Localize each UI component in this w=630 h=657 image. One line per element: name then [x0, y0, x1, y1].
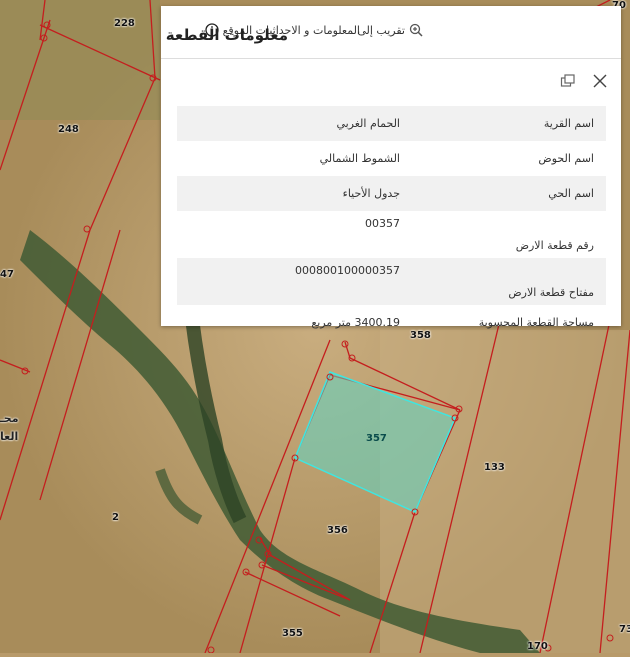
parcel-label-355: 355 [282, 628, 303, 639]
close-button[interactable] [591, 72, 609, 90]
attr-value: الشموط الشمالي [319, 152, 400, 165]
zoom-in-icon [409, 23, 423, 37]
attr-key: مساحة القطعة المحسوبة [478, 316, 594, 329]
table-row: رقم قطعة الارض 00357 [177, 211, 606, 258]
table-row: اسم القرية الحمام الغربي [177, 106, 606, 141]
map-edge-label-2: العا [0, 430, 19, 443]
zoom-to-label: تقريب إلى [357, 23, 405, 37]
parcel-label-228: 228 [114, 18, 135, 29]
parcel-label-356: 356 [327, 525, 348, 536]
dock-icon [560, 74, 575, 87]
close-icon [593, 74, 607, 88]
vegetation-patch [0, 0, 160, 120]
attr-key: اسم الحي [412, 176, 606, 211]
parcel-label-248: 248 [58, 124, 79, 135]
parcel-label-73: 73 [619, 624, 630, 635]
dock-button[interactable] [559, 72, 577, 90]
attr-key: رقم قطعة الارض [515, 239, 594, 252]
parcel-label-357: 357 [366, 433, 387, 444]
attr-key: اسم الحوض [538, 152, 594, 165]
attr-value: الحمام الغربي [177, 106, 412, 141]
parcel-attributes-table: اسم القرية الحمام الغربي اسم الحوض الشمو… [177, 106, 606, 340]
table-row: مفتاح قطعة الارض 000800100000357 [177, 258, 606, 305]
attr-value: 3400.19 متر مربع [311, 316, 400, 329]
map-edge-label: محـ [0, 412, 19, 425]
parcel-label-2: 2 [112, 512, 119, 523]
attr-key: اسم القرية [412, 106, 606, 141]
table-row: مساحة القطعة المحسوبة 3400.19 متر مربع [177, 305, 606, 340]
popup-title: معلومات القطعة [165, 26, 288, 44]
parcel-label-170: 170 [527, 641, 548, 652]
attr-value: 00357 [365, 217, 400, 230]
table-row: اسم الحوض الشموط الشمالي [177, 141, 606, 176]
parcel-info-popup: تقريب إلى المعلومات و الاحداثيات الموقع … [161, 6, 621, 329]
attr-value: جدول الأحياء [177, 176, 412, 211]
zoom-to-button[interactable]: تقريب إلى [357, 23, 423, 37]
table-row: اسم الحي جدول الأحياء [177, 176, 606, 211]
parcel-label-47: 47 [0, 269, 14, 280]
attr-key: مفتاح قطعة الارض [412, 258, 606, 305]
parcel-label-133: 133 [484, 462, 505, 473]
attr-value: 000800100000357 [177, 258, 412, 305]
